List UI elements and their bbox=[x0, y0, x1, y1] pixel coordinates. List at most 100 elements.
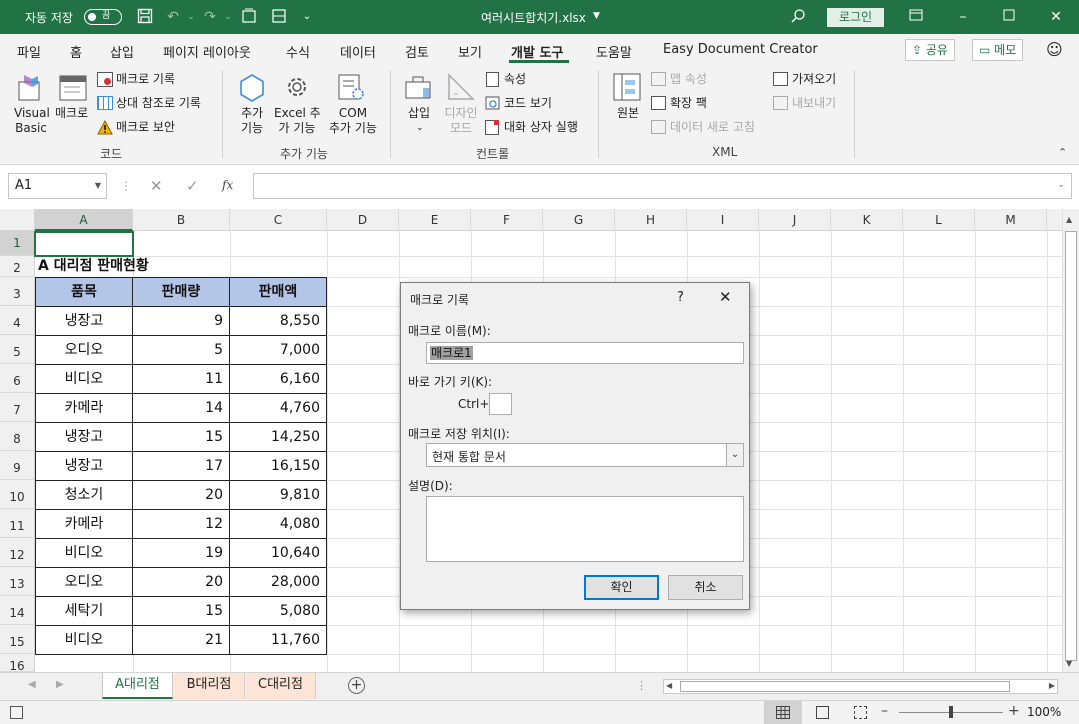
vertical-scroll-thumb[interactable] bbox=[1065, 231, 1077, 661]
table-cell[interactable]: 12 bbox=[132, 509, 230, 539]
table-cell[interactable]: 비디오 bbox=[35, 538, 133, 568]
ctrl-label: Ctrl+ bbox=[458, 397, 490, 411]
cancel-button[interactable]: 취소 bbox=[668, 575, 743, 600]
table-cell[interactable]: 세탁기 bbox=[35, 596, 133, 626]
row-header[interactable]: 11 bbox=[0, 509, 35, 538]
table-cell[interactable]: 17 bbox=[132, 451, 230, 481]
row-header[interactable]: 14 bbox=[0, 596, 35, 625]
shortcut-key-input[interactable] bbox=[489, 393, 512, 415]
table-cell[interactable]: 카메라 bbox=[35, 393, 133, 423]
sheet-tab-c[interactable]: C대리점 bbox=[246, 673, 316, 699]
row-header[interactable]: 6 bbox=[0, 364, 35, 393]
row-header[interactable]: 16 bbox=[0, 654, 35, 673]
scroll-up-icon[interactable]: ▲ bbox=[1066, 215, 1072, 224]
macro-name-value: 매크로1 bbox=[430, 346, 473, 360]
table-cell[interactable]: 오디오 bbox=[35, 335, 133, 365]
row-header[interactable]: 10 bbox=[0, 480, 35, 509]
row-header[interactable]: 1 bbox=[0, 231, 35, 256]
zoom-slider-thumb[interactable] bbox=[949, 706, 953, 718]
table-cell[interactable]: 비디오 bbox=[35, 625, 133, 655]
table-header-cell[interactable]: 판매액 bbox=[229, 277, 327, 307]
active-cell[interactable] bbox=[34, 231, 134, 257]
horizontal-scrollbar[interactable]: ◀ ▶ bbox=[663, 679, 1058, 694]
table-cell[interactable]: 냉장고 bbox=[35, 451, 133, 481]
table-cell[interactable]: 9 bbox=[132, 306, 230, 336]
store-macro-label: 매크로 저장 위치(I): bbox=[408, 427, 510, 441]
table-cell[interactable]: 19 bbox=[132, 538, 230, 568]
dialog-close-icon[interactable]: ✕ bbox=[719, 288, 732, 306]
table-cell[interactable]: 9,810 bbox=[229, 480, 327, 510]
table-cell[interactable]: 16,150 bbox=[229, 451, 327, 481]
table-cell[interactable]: 7,000 bbox=[229, 335, 327, 365]
table-cell[interactable]: 15 bbox=[132, 422, 230, 452]
sheet-tab-a[interactable]: A대리점 bbox=[102, 673, 173, 699]
chevron-down-icon[interactable]: ⌄ bbox=[726, 444, 743, 466]
table-header-cell[interactable]: 판매량 bbox=[132, 277, 230, 307]
table-cell[interactable]: 15 bbox=[132, 596, 230, 626]
table-cell[interactable]: 28,000 bbox=[229, 567, 327, 597]
table-cell[interactable]: 5 bbox=[132, 335, 230, 365]
table-cell[interactable]: 14,250 bbox=[229, 422, 327, 452]
gridline bbox=[35, 256, 1062, 257]
zoom-in-icon[interactable]: + bbox=[1008, 703, 1020, 719]
row-header[interactable]: 2 bbox=[0, 256, 35, 277]
page-layout-view-icon[interactable] bbox=[816, 706, 829, 719]
store-macro-value: 현재 통합 문서 bbox=[432, 450, 506, 464]
table-cell[interactable]: 4,080 bbox=[229, 509, 327, 539]
table-cell[interactable]: 11 bbox=[132, 364, 230, 394]
table-cell[interactable]: 냉장고 bbox=[35, 422, 133, 452]
ok-button[interactable]: 확인 bbox=[584, 575, 659, 600]
page-break-view-icon[interactable] bbox=[854, 706, 867, 719]
macro-name-label: 매크로 이름(M): bbox=[408, 324, 491, 338]
prev-sheet-icon[interactable]: ◀ bbox=[28, 679, 36, 690]
sheet-splitter-icon[interactable]: ⋮ bbox=[636, 679, 647, 692]
gridline bbox=[1047, 231, 1048, 672]
gridline bbox=[975, 231, 976, 672]
table-cell[interactable]: 6,160 bbox=[229, 364, 327, 394]
next-sheet-icon[interactable]: ▶ bbox=[56, 679, 64, 690]
zoom-slider[interactable] bbox=[899, 706, 1003, 718]
row-header[interactable]: 4 bbox=[0, 306, 35, 335]
table-cell[interactable]: 오디오 bbox=[35, 567, 133, 597]
help-button[interactable]: ? bbox=[677, 290, 684, 305]
table-cell[interactable]: 20 bbox=[132, 480, 230, 510]
normal-view-button[interactable] bbox=[764, 701, 802, 724]
scroll-right-icon[interactable]: ▶ bbox=[1049, 681, 1055, 690]
scroll-left-icon[interactable]: ◀ bbox=[666, 681, 672, 690]
row-header[interactable]: 9 bbox=[0, 451, 35, 480]
table-cell[interactable]: 20 bbox=[132, 567, 230, 597]
table-cell[interactable]: 11,760 bbox=[229, 625, 327, 655]
store-macro-select[interactable]: 현재 통합 문서 ⌄ bbox=[426, 443, 744, 467]
table-cell[interactable]: 냉장고 bbox=[35, 306, 133, 336]
row-header[interactable]: 8 bbox=[0, 422, 35, 451]
table-cell[interactable]: 비디오 bbox=[35, 364, 133, 394]
status-bar: – + 100% bbox=[0, 700, 1079, 724]
table-cell[interactable]: 4,760 bbox=[229, 393, 327, 423]
table-cell[interactable]: 카메라 bbox=[35, 509, 133, 539]
row-header[interactable]: 12 bbox=[0, 538, 35, 567]
table-header-cell[interactable]: 품목 bbox=[35, 277, 133, 307]
table-cell[interactable]: 5,080 bbox=[229, 596, 327, 626]
horizontal-scroll-thumb[interactable] bbox=[680, 681, 1010, 692]
macro-name-input[interactable]: 매크로1 bbox=[426, 342, 744, 364]
table-cell[interactable]: 21 bbox=[132, 625, 230, 655]
row-header[interactable]: 13 bbox=[0, 567, 35, 596]
table-cell[interactable]: 10,640 bbox=[229, 538, 327, 568]
scroll-down-icon[interactable]: ▼ bbox=[1066, 659, 1072, 668]
table-cell[interactable]: 청소기 bbox=[35, 480, 133, 510]
sheet-tab-b[interactable]: B대리점 bbox=[174, 673, 245, 699]
vertical-scrollbar[interactable]: ▲ ▼ bbox=[1062, 209, 1079, 672]
gridline bbox=[327, 231, 328, 672]
zoom-out-icon[interactable]: – bbox=[881, 703, 888, 719]
table-cell[interactable]: 8,550 bbox=[229, 306, 327, 336]
row-header[interactable]: 3 bbox=[0, 277, 35, 306]
add-sheet-icon[interactable]: + bbox=[348, 677, 365, 694]
row-header[interactable]: 7 bbox=[0, 393, 35, 422]
zoom-level[interactable]: 100% bbox=[1027, 705, 1061, 719]
row-header[interactable]: 5 bbox=[0, 335, 35, 364]
table-cell[interactable]: 14 bbox=[132, 393, 230, 423]
description-input[interactable] bbox=[426, 496, 744, 562]
row-header[interactable]: 15 bbox=[0, 625, 35, 654]
cell-mode-icon bbox=[10, 706, 23, 719]
description-label: 설명(D): bbox=[408, 479, 453, 493]
